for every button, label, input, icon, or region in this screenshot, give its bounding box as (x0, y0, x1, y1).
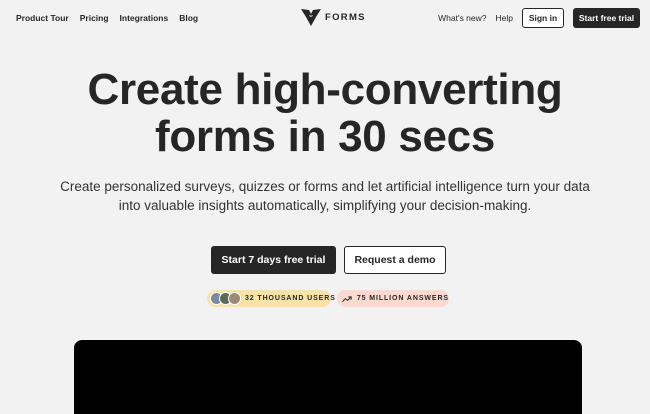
nav-whats-new[interactable]: What's new? (438, 13, 486, 23)
logo-mark-icon (301, 9, 321, 26)
request-demo-button[interactable]: Request a demo (344, 246, 446, 274)
avatar-icon (228, 292, 241, 305)
nav-pricing[interactable]: Pricing (80, 13, 109, 23)
nav-help[interactable]: Help (496, 13, 513, 23)
hero-subtitle-line-2: into valuable insights automatically, si… (118, 197, 532, 213)
brand-logo[interactable]: FORMS (300, 7, 366, 27)
hero-title-line-1: Create high-converting (87, 65, 563, 114)
nav-product-tour[interactable]: Product Tour (16, 13, 69, 23)
logo-text: FORMS (325, 11, 366, 23)
answers-badge: 75 MILLION ANSWERS (337, 290, 449, 307)
nav-integrations[interactable]: Integrations (120, 13, 169, 23)
users-badge: 32 THOUSAND USERS (207, 290, 335, 307)
nav-links: Product Tour Pricing Integrations Blog (16, 13, 198, 23)
nav-blog[interactable]: Blog (179, 13, 198, 23)
hero-title-line-2: forms in 30 secs (154, 112, 496, 161)
hero-subtitle-line-1: Create personalized surveys, quizzes or … (60, 179, 590, 194)
top-navigation: Product Tour Pricing Integrations Blog F… (0, 0, 650, 36)
nav-actions: What's new? Help Sign in Start free tria… (438, 8, 640, 28)
answers-count-label: 75 MILLION ANSWERS (356, 295, 449, 302)
start-7-day-trial-button[interactable]: Start 7 days free trial (211, 246, 336, 274)
hero-title: Create high-converting forms in 30 secs (0, 66, 650, 160)
trend-up-icon (342, 295, 352, 302)
users-count-label: 32 THOUSAND USERS (245, 295, 336, 302)
avatar-group (210, 292, 241, 305)
sign-in-button[interactable]: Sign in (522, 8, 564, 28)
cta-row: Start 7 days free trial Request a demo (211, 246, 446, 274)
product-video[interactable] (74, 340, 582, 414)
hero-subtitle: Create personalized surveys, quizzes or … (60, 178, 590, 215)
start-free-trial-button[interactable]: Start free trial (573, 8, 640, 28)
